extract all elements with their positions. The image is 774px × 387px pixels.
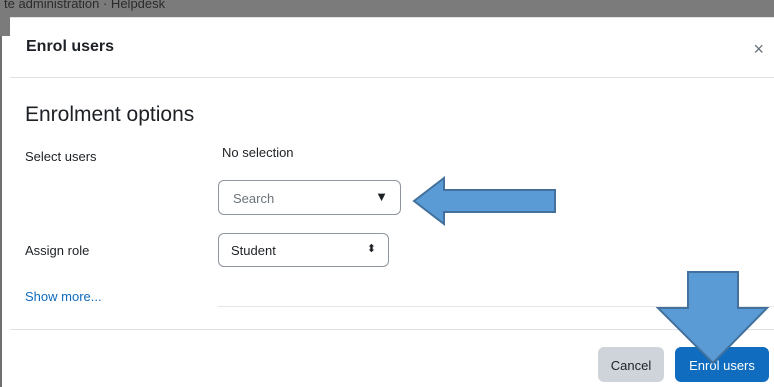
left-arrow-annotation-icon <box>412 176 556 226</box>
down-arrow-annotation-icon <box>655 271 770 365</box>
assign-role-selected: Student <box>231 243 276 258</box>
show-more-link[interactable]: Show more... <box>25 289 102 304</box>
enrolment-options-heading: Enrolment options <box>25 103 195 126</box>
search-users-input[interactable]: Search ▼ <box>218 180 401 215</box>
modal-header: Enrol users × <box>10 18 774 78</box>
assign-role-select[interactable]: Student ⬍ <box>218 233 389 267</box>
close-icon[interactable]: × <box>753 40 764 58</box>
modal-title: Enrol users <box>26 38 115 55</box>
search-placeholder: Search <box>233 191 275 206</box>
caret-down-icon[interactable]: ▼ <box>375 189 388 204</box>
select-updown-icon: ⬍ <box>366 243 376 255</box>
background-breadcrumb: te administration · Helpdesk <box>4 0 166 11</box>
select-users-label: Select users <box>25 149 97 164</box>
background-page-strip <box>0 36 10 387</box>
assign-role-label: Assign role <box>25 243 90 258</box>
select-users-value: No selection <box>222 145 294 160</box>
